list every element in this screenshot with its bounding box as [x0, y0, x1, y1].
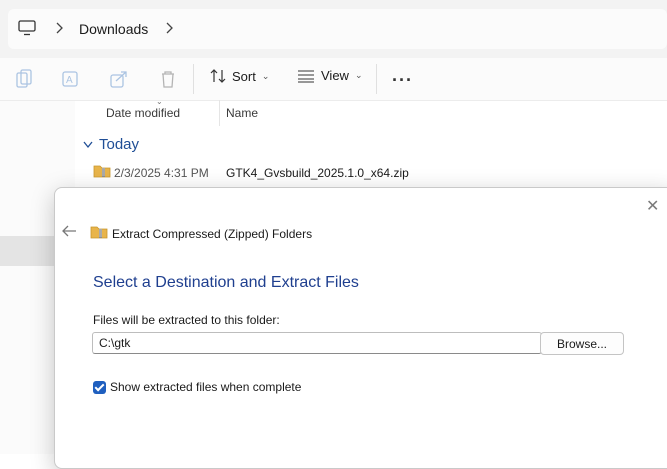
- chevron-down-icon: [83, 141, 93, 148]
- dialog-heading: Select a Destination and Extract Files: [93, 274, 359, 291]
- show-files-label: Show extracted files when complete: [110, 380, 302, 394]
- svg-text:A: A: [66, 75, 73, 86]
- navigation-selected-item[interactable]: [0, 236, 54, 266]
- sort-button[interactable]: Sort ⌄: [210, 68, 269, 84]
- browse-button[interactable]: Browse...: [540, 332, 624, 355]
- show-files-option[interactable]: Show extracted files when complete: [93, 380, 301, 394]
- toolbar-divider: [376, 64, 377, 94]
- command-bar: A Sort ⌄ View ⌄ ···: [0, 58, 667, 101]
- column-header-date-modified[interactable]: Date modified: [106, 106, 180, 120]
- computer-icon[interactable]: [18, 20, 36, 41]
- chevron-down-icon: ⌄: [354, 70, 363, 80]
- view-icon: [298, 69, 314, 83]
- address-bar: Downloads: [0, 0, 667, 59]
- share-icon[interactable]: [110, 69, 128, 94]
- view-label: View: [321, 68, 349, 83]
- zip-folder-icon: [90, 225, 108, 244]
- group-label: Today: [99, 136, 140, 153]
- column-header-name[interactable]: Name: [226, 106, 258, 120]
- extract-dialog: ✕ Extract Compressed (Zipped) Folders Se…: [54, 187, 667, 469]
- breadcrumb-downloads[interactable]: Downloads: [79, 21, 148, 37]
- copy-icon[interactable]: [15, 69, 33, 94]
- toolbar-divider: [193, 64, 194, 94]
- destination-path-input[interactable]: [92, 332, 542, 354]
- sort-indicator-icon: ⌄: [156, 97, 163, 106]
- view-button[interactable]: View ⌄: [297, 68, 363, 83]
- delete-icon[interactable]: [159, 69, 177, 94]
- chevron-right-icon[interactable]: [54, 21, 64, 40]
- file-date-modified[interactable]: 2/3/2025 4:31 PM: [114, 166, 209, 180]
- file-name[interactable]: GTK4_Gvsbuild_2025.1.0_x64.zip: [226, 166, 409, 180]
- sort-icon: [210, 69, 226, 83]
- chevron-right-icon[interactable]: [164, 21, 174, 40]
- close-icon[interactable]: ✕: [646, 196, 659, 216]
- chevron-down-icon: ⌄: [261, 70, 270, 81]
- show-files-checkbox[interactable]: [93, 380, 106, 394]
- destination-label: Files will be extracted to this folder:: [93, 313, 280, 327]
- more-options-button[interactable]: ···: [392, 70, 413, 91]
- column-divider[interactable]: [219, 100, 220, 126]
- back-arrow-icon[interactable]: [61, 224, 77, 243]
- sort-label: Sort: [232, 68, 256, 84]
- zip-folder-icon: [93, 164, 111, 183]
- rename-icon[interactable]: A: [62, 69, 80, 94]
- dialog-title: Extract Compressed (Zipped) Folders: [112, 227, 313, 241]
- group-header-today[interactable]: Today: [83, 136, 139, 153]
